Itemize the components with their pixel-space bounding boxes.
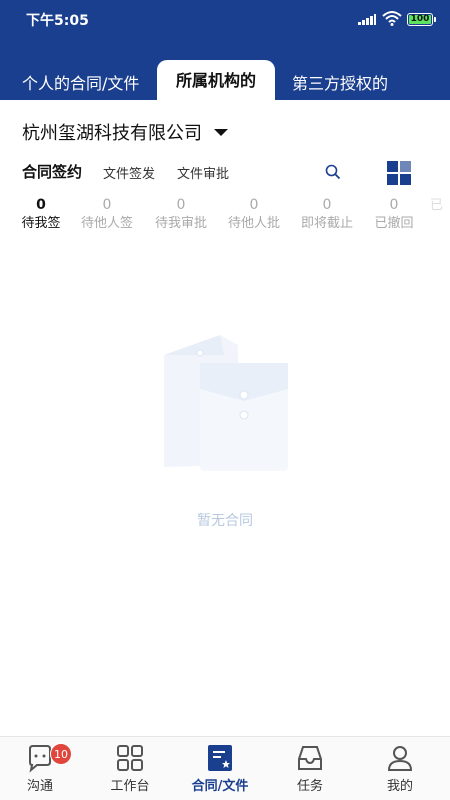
subtab-file-issue[interactable]: 文件签发 xyxy=(103,163,155,182)
person-icon xyxy=(387,746,413,771)
status-counters: 0 待我签 0 待他人签 0 待我审批 0 待他人批 0 即将截止 0 已撤回 已 xyxy=(0,196,450,236)
tabbar-label: 任务 xyxy=(296,779,323,794)
cellular-signal-icon xyxy=(358,14,376,25)
status-time: 下午5:05 xyxy=(26,13,89,29)
counter-due-soon[interactable]: 0 即将截止 xyxy=(292,196,362,234)
wifi-icon xyxy=(382,11,402,26)
tabbar-item-chat[interactable]: 10 沟通 xyxy=(0,743,80,794)
org-selector[interactable]: 杭州玺湖科技有限公司 xyxy=(22,118,228,146)
counter-to-me-approve[interactable]: 0 待我审批 xyxy=(146,196,216,234)
status-bar: 下午5:05 100 xyxy=(0,0,450,36)
tab-personal[interactable]: 个人的合同/文件 xyxy=(22,70,139,94)
unread-badge: 10 xyxy=(50,743,72,765)
tabbar-label: 沟通 xyxy=(26,779,53,794)
grid-view-icon[interactable] xyxy=(387,161,411,185)
battery-icon: 100 xyxy=(407,13,436,26)
subtab-contract-sign[interactable]: 合同签约 xyxy=(22,161,82,182)
tabbar-item-me[interactable]: 我的 xyxy=(360,743,440,794)
grid-apps-icon xyxy=(117,745,143,771)
counter-to-me-sign[interactable]: 0 待我签 xyxy=(6,196,76,234)
tab-organization[interactable]: 所属机构的 xyxy=(157,60,275,102)
contract-file-icon xyxy=(208,745,232,771)
tab-third-party[interactable]: 第三方授权的 xyxy=(292,70,388,94)
battery-level: 100 xyxy=(410,14,430,24)
counter-partial[interactable]: 已 xyxy=(430,196,450,216)
tabbar-item-workbench[interactable]: 工作台 xyxy=(90,743,170,794)
inbox-tray-icon xyxy=(298,746,322,770)
tabbar-item-tasks[interactable]: 任务 xyxy=(270,743,350,794)
caret-down-icon xyxy=(214,128,228,136)
counter-others-approve[interactable]: 0 待他人批 xyxy=(219,196,289,234)
search-icon[interactable] xyxy=(325,164,341,180)
org-name: 杭州玺湖科技有限公司 xyxy=(22,123,202,144)
subtab-file-approval[interactable]: 文件审批 xyxy=(177,163,229,182)
empty-folder-illustration xyxy=(164,335,288,471)
counter-withdrawn[interactable]: 0 已撤回 xyxy=(359,196,429,234)
tabbar-label: 工作台 xyxy=(110,779,150,794)
tabbar-label: 我的 xyxy=(386,779,413,794)
empty-state-text: 暂无合同 xyxy=(197,513,253,529)
counter-others-sign[interactable]: 0 待他人签 xyxy=(72,196,142,234)
bottom-tab-bar: 10 沟通 工作台 合同/文件 任务 我的 xyxy=(0,736,450,800)
tabbar-label: 合同/文件 xyxy=(191,779,249,794)
tabbar-item-contracts[interactable]: 合同/文件 xyxy=(180,743,260,794)
